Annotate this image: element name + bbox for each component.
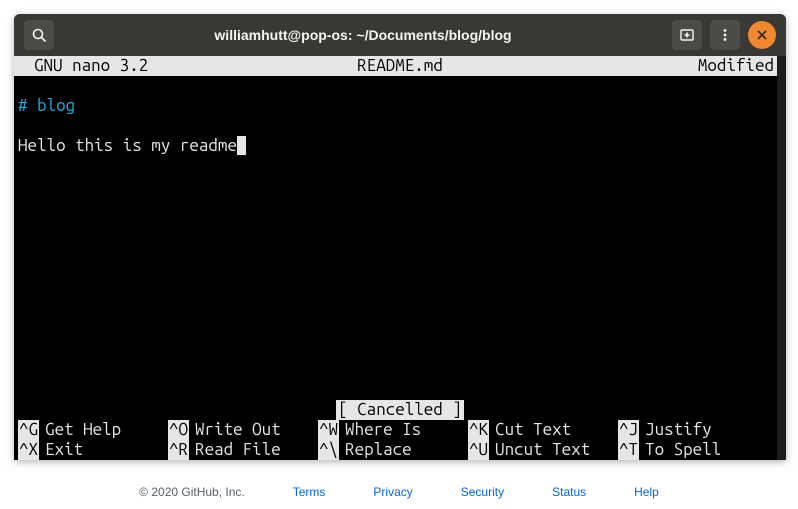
shortcut-key: ^R	[168, 440, 189, 460]
new-tab-button[interactable]	[672, 20, 702, 50]
search-icon	[31, 27, 47, 43]
nano-status-bar: [ Cancelled ]	[14, 400, 786, 420]
shortcut-key: ^\	[318, 440, 339, 460]
shortcut-uncut-text: ^U Uncut Text	[468, 440, 618, 460]
kebab-menu-icon	[717, 27, 733, 43]
shortcut-key: ^O	[168, 420, 189, 440]
shortcut-key: ^W	[318, 420, 339, 440]
editor-line	[18, 76, 786, 96]
footer-link-privacy[interactable]: Privacy	[373, 485, 412, 499]
shortcut-read-file: ^R Read File	[168, 440, 318, 460]
close-icon	[756, 29, 768, 41]
text-cursor	[237, 136, 247, 155]
shortcut-label: Write Out	[195, 420, 281, 440]
footer-copyright: © 2020 GitHub, Inc.	[139, 485, 245, 499]
nano-header: GNU nano 3.2 README.md Modified	[14, 56, 786, 76]
shortcut-get-help: ^G Get Help	[18, 420, 168, 440]
shortcut-key: ^T	[618, 440, 639, 460]
shortcut-label: Get Help	[45, 420, 121, 440]
nano-content[interactable]: # blog Hello this is my readme	[14, 76, 786, 156]
title-bar: williamhutt@pop-os: ~/Documents/blog/blo…	[14, 14, 786, 56]
nano-status-message: [ Cancelled ]	[336, 400, 464, 420]
shortcut-label: Cut Text	[495, 420, 571, 440]
shortcut-where-is: ^W Where Is	[318, 420, 468, 440]
shortcut-row: ^X Exit ^R Read File ^\ Replace ^U Uncut…	[14, 440, 786, 460]
shortcut-replace: ^\ Replace	[318, 440, 468, 460]
footer-link-status[interactable]: Status	[552, 485, 586, 499]
editor-line: # blog	[18, 96, 786, 116]
shortcut-row: ^G Get Help ^O Write Out ^W Where Is ^K …	[14, 420, 786, 440]
nano-shortcuts: ^G Get Help ^O Write Out ^W Where Is ^K …	[14, 420, 786, 460]
nano-editor[interactable]: GNU nano 3.2 README.md Modified # blog H…	[14, 56, 786, 460]
shortcut-exit: ^X Exit	[18, 440, 168, 460]
shortcut-label: Where Is	[345, 420, 421, 440]
menu-button[interactable]	[710, 20, 740, 50]
nano-modified-status: Modified	[698, 56, 774, 76]
scrollbar[interactable]	[777, 56, 786, 460]
shortcut-label: Justify	[645, 420, 712, 440]
footer-link-terms[interactable]: Terms	[293, 485, 326, 499]
shortcut-key: ^X	[18, 440, 39, 460]
shortcut-justify: ^J Justify	[618, 420, 768, 440]
shortcut-write-out: ^O Write Out	[168, 420, 318, 440]
shortcut-key: ^K	[468, 420, 489, 440]
markdown-heading: # blog	[18, 96, 75, 115]
shortcut-label: To Spell	[645, 440, 721, 460]
nano-filename: README.md	[357, 56, 443, 76]
editor-line: Hello this is my readme	[18, 136, 786, 156]
shortcut-to-spell: ^T To Spell	[618, 440, 768, 460]
footer-link-security[interactable]: Security	[461, 485, 504, 499]
shortcut-cut-text: ^K Cut Text	[468, 420, 618, 440]
shortcut-label: Uncut Text	[495, 440, 590, 460]
page-footer: © 2020 GitHub, Inc. Terms Privacy Securi…	[0, 485, 798, 499]
window-title: williamhutt@pop-os: ~/Documents/blog/blo…	[62, 27, 664, 43]
shortcut-key: ^U	[468, 440, 489, 460]
editor-line	[18, 116, 786, 136]
footer-link-help[interactable]: Help	[634, 485, 659, 499]
shortcut-label: Exit	[45, 440, 83, 460]
close-button[interactable]	[748, 21, 776, 49]
shortcut-key: ^G	[18, 420, 39, 440]
new-tab-icon	[679, 27, 695, 43]
shortcut-label: Replace	[345, 440, 412, 460]
search-button[interactable]	[24, 20, 54, 50]
terminal-window: williamhutt@pop-os: ~/Documents/blog/blo…	[14, 14, 786, 460]
nano-version: GNU nano 3.2	[34, 56, 148, 76]
shortcut-key: ^J	[618, 420, 639, 440]
editor-text: Hello this is my readme	[18, 136, 237, 155]
shortcut-label: Read File	[195, 440, 281, 460]
